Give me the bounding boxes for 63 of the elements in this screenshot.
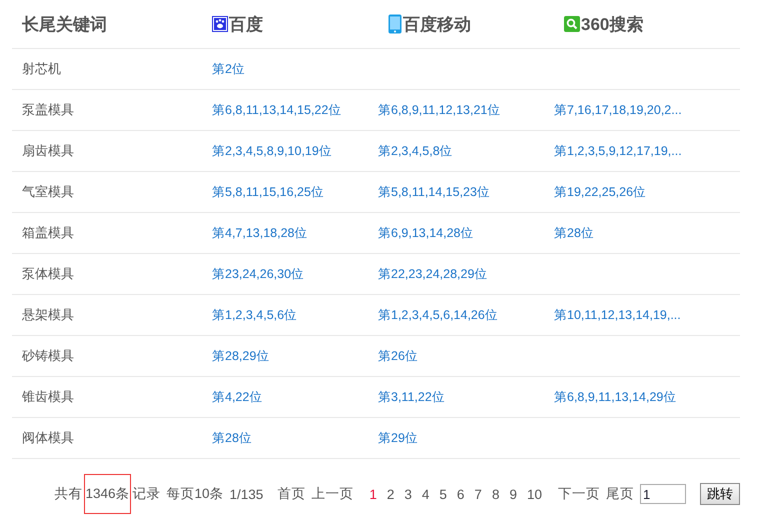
column-header: 百度移动 [403, 14, 471, 36]
search-icon [564, 16, 580, 32]
column-header: 360搜索 [581, 14, 644, 36]
rank-link[interactable]: 第1,2,3,4,5,6位 [212, 308, 298, 322]
page-link[interactable]: 10 [524, 486, 544, 502]
page-link[interactable]: 5 [437, 486, 449, 502]
rank-link[interactable]: 第29位 [378, 431, 418, 445]
keyword-cell: 阀体模具 [22, 430, 74, 445]
rank-link[interactable]: 第2位 [212, 62, 245, 76]
rank-link[interactable]: 第10,11,12,13,14,19,... [554, 308, 681, 322]
rank-link[interactable]: 第6,8,11,13,14,15,22位 [212, 103, 342, 117]
rank-link[interactable]: 第1,2,3,4,5,6,14,26位 [378, 308, 498, 322]
rank-link[interactable]: 第6,8,9,11,12,13,21位 [378, 103, 500, 117]
rank-link[interactable]: 第4,22位 [212, 390, 262, 404]
total-label: 共有 [54, 485, 82, 503]
rank-link[interactable]: 第5,8,11,15,16,25位 [212, 185, 324, 199]
prev-page-link[interactable]: 上一页 [311, 485, 354, 503]
total-label: 记录 [132, 485, 160, 503]
rank-link[interactable]: 第6,8,9,11,13,14,29位 [554, 390, 676, 404]
column-header: 百度 [229, 14, 263, 36]
rank-link[interactable]: 第2,3,4,5,8位 [378, 144, 453, 158]
keyword-cell: 泵体模具 [22, 266, 74, 281]
page-link[interactable]: 7 [472, 486, 484, 502]
page-link[interactable]: 4 [420, 486, 432, 502]
rank-link[interactable]: 第22,23,24,28,29位 [378, 267, 488, 281]
page-link[interactable]: 2 [384, 486, 396, 502]
page-link[interactable]: 1 [367, 486, 379, 502]
keyword-cell: 泵盖模具 [22, 102, 74, 117]
rank-link[interactable]: 第26位 [378, 349, 418, 363]
jump-button[interactable]: 跳转 [700, 483, 740, 505]
keyword-cell: 砂铸模具 [22, 348, 74, 363]
keyword-cell: 悬架模具 [22, 307, 74, 322]
last-page-link[interactable]: 尾页 [606, 485, 634, 503]
highlighted-count: 1346条 [84, 474, 130, 514]
rank-link[interactable]: 第28位 [554, 226, 594, 240]
keyword-cell: 锥齿模具 [22, 389, 74, 404]
paw-icon [212, 16, 228, 32]
keyword-cell: 射芯机 [22, 61, 61, 76]
rank-link[interactable]: 第5,8,11,14,15,23位 [378, 185, 490, 199]
page-link[interactable]: 8 [490, 486, 502, 502]
next-page-link[interactable]: 下一页 [558, 485, 600, 503]
page-input[interactable]: 1 [640, 484, 686, 504]
rank-link[interactable]: 第6,9,13,14,28位 [378, 226, 474, 240]
rank-link[interactable]: 第2,3,4,5,8,9,10,19位 [212, 144, 332, 158]
keyword-cell: 箱盖模具 [22, 225, 74, 240]
page-link[interactable]: 9 [507, 486, 519, 502]
rank-link[interactable]: 第23,24,26,30位 [212, 267, 304, 281]
page-link[interactable]: 3 [402, 486, 414, 502]
first-page-link[interactable]: 首页 [277, 485, 306, 503]
rank-link[interactable]: 第7,16,17,18,19,20,2... [554, 103, 682, 117]
keyword-cell: 扇齿模具 [22, 143, 74, 158]
page-info: 1/135 [230, 486, 264, 502]
rank-link[interactable]: 第28,29位 [212, 349, 270, 363]
per-page-label: 每页10条 [166, 485, 224, 503]
keyword-cell: 气室模具 [22, 184, 74, 199]
phone-icon [388, 14, 402, 34]
rank-link[interactable]: 第3,11,22位 [378, 390, 445, 404]
rank-link[interactable]: 第4,7,13,18,28位 [212, 226, 308, 240]
page-link[interactable]: 6 [454, 486, 466, 502]
rank-link[interactable]: 第1,2,3,5,9,12,17,19,... [554, 144, 682, 158]
rank-link[interactable]: 第28位 [212, 431, 252, 445]
rank-link[interactable]: 第19,22,25,26位 [554, 185, 646, 199]
column-header: 长尾关键词 [22, 14, 107, 36]
